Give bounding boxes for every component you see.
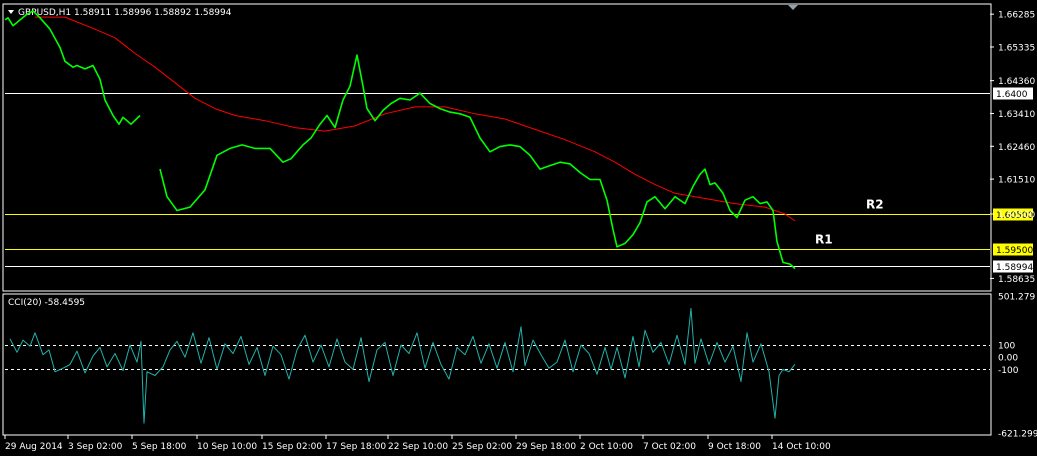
price-tick-label-7: 1.58635 — [998, 275, 1035, 285]
symbol-header: GBPUSD,H1 1.58911 1.58996 1.58892 1.5899… — [18, 8, 232, 18]
level-marker-r2: R2 — [866, 198, 884, 212]
price-tick-label-0: 1.66285 — [998, 11, 1035, 21]
price-line-segment-0 — [4, 10, 141, 125]
price-tick-label-4: 1.62460 — [998, 143, 1035, 153]
price-series — [4, 10, 796, 270]
cci-axis-label-4: -621.2994 — [998, 430, 1037, 440]
cci-axis-label-3: -100 — [998, 366, 1019, 376]
price-tick-label-6: 1.60500 — [998, 211, 1035, 221]
shift-marker-icon[interactable] — [788, 5, 798, 10]
indicator-panel-frame — [2, 293, 992, 436]
indicator-title: CCI(20) -58.4595 — [8, 298, 85, 308]
time-label-4: 15 Sep 02:00 — [262, 442, 322, 452]
moving-average-line-segment-0 — [35, 16, 796, 222]
time-label-11: 9 Oct 18:00 — [708, 442, 761, 452]
level-price-label-2: 1.59500 — [996, 246, 1033, 256]
cci-axis: 501.279 100 0.00 -100 -621.2994 — [998, 293, 1037, 440]
price-axis: 1.6400 1.60500 1.59500 1.58994 1.66285 1.6533… — [990, 11, 1035, 285]
cci-axis-label-2: 0.00 — [998, 354, 1018, 364]
horizontal-levels: R2 R1 — [5, 93, 990, 267]
price-tick-label-2: 1.64360 — [998, 77, 1035, 87]
level-price-label-3: 1.58994 — [996, 263, 1033, 273]
price-tick-label-1: 1.65335 — [998, 43, 1035, 53]
level-marker-r1: R1 — [815, 233, 833, 247]
time-label-6: 22 Sep 10:00 — [388, 442, 448, 452]
time-label-0: 29 Aug 2014 — [5, 442, 63, 452]
level-price-label-0: 1.6400 — [996, 90, 1028, 100]
cci-axis-label-1: 100 — [998, 341, 1015, 351]
time-label-1: 3 Sep 02:00 — [68, 442, 123, 452]
time-label-7: 25 Sep 02:00 — [452, 442, 512, 452]
time-label-9: 2 Oct 10:00 — [580, 442, 633, 452]
chart-menu-triangle-icon[interactable] — [8, 10, 14, 14]
time-label-8: 29 Sep 18:00 — [516, 442, 576, 452]
time-axis: 29 Aug 2014 3 Sep 02:00 5 Sep 18:00 10 Sep … — [4, 435, 831, 452]
time-label-5: 17 Sep 18:00 — [326, 442, 386, 452]
time-label-3: 10 Sep 10:00 — [197, 442, 257, 452]
cci-series — [9, 307, 796, 424]
time-label-2: 5 Sep 18:00 — [132, 442, 187, 452]
time-label-12: 14 Oct 10:00 — [772, 442, 831, 452]
cci-axis-label-0: 501.279 — [998, 293, 1035, 303]
chart[interactable]: GBPUSD,H1 1.58911 1.58996 1.58892 1.5899… — [0, 0, 1037, 456]
price-tick-label-5: 1.61510 — [998, 176, 1035, 186]
price-tick-label-3: 1.63410 — [998, 110, 1035, 120]
price-line-segment-1 — [159, 54, 796, 270]
cci-line-segment-0 — [9, 307, 796, 424]
time-label-10: 7 Oct 02:00 — [643, 442, 696, 452]
